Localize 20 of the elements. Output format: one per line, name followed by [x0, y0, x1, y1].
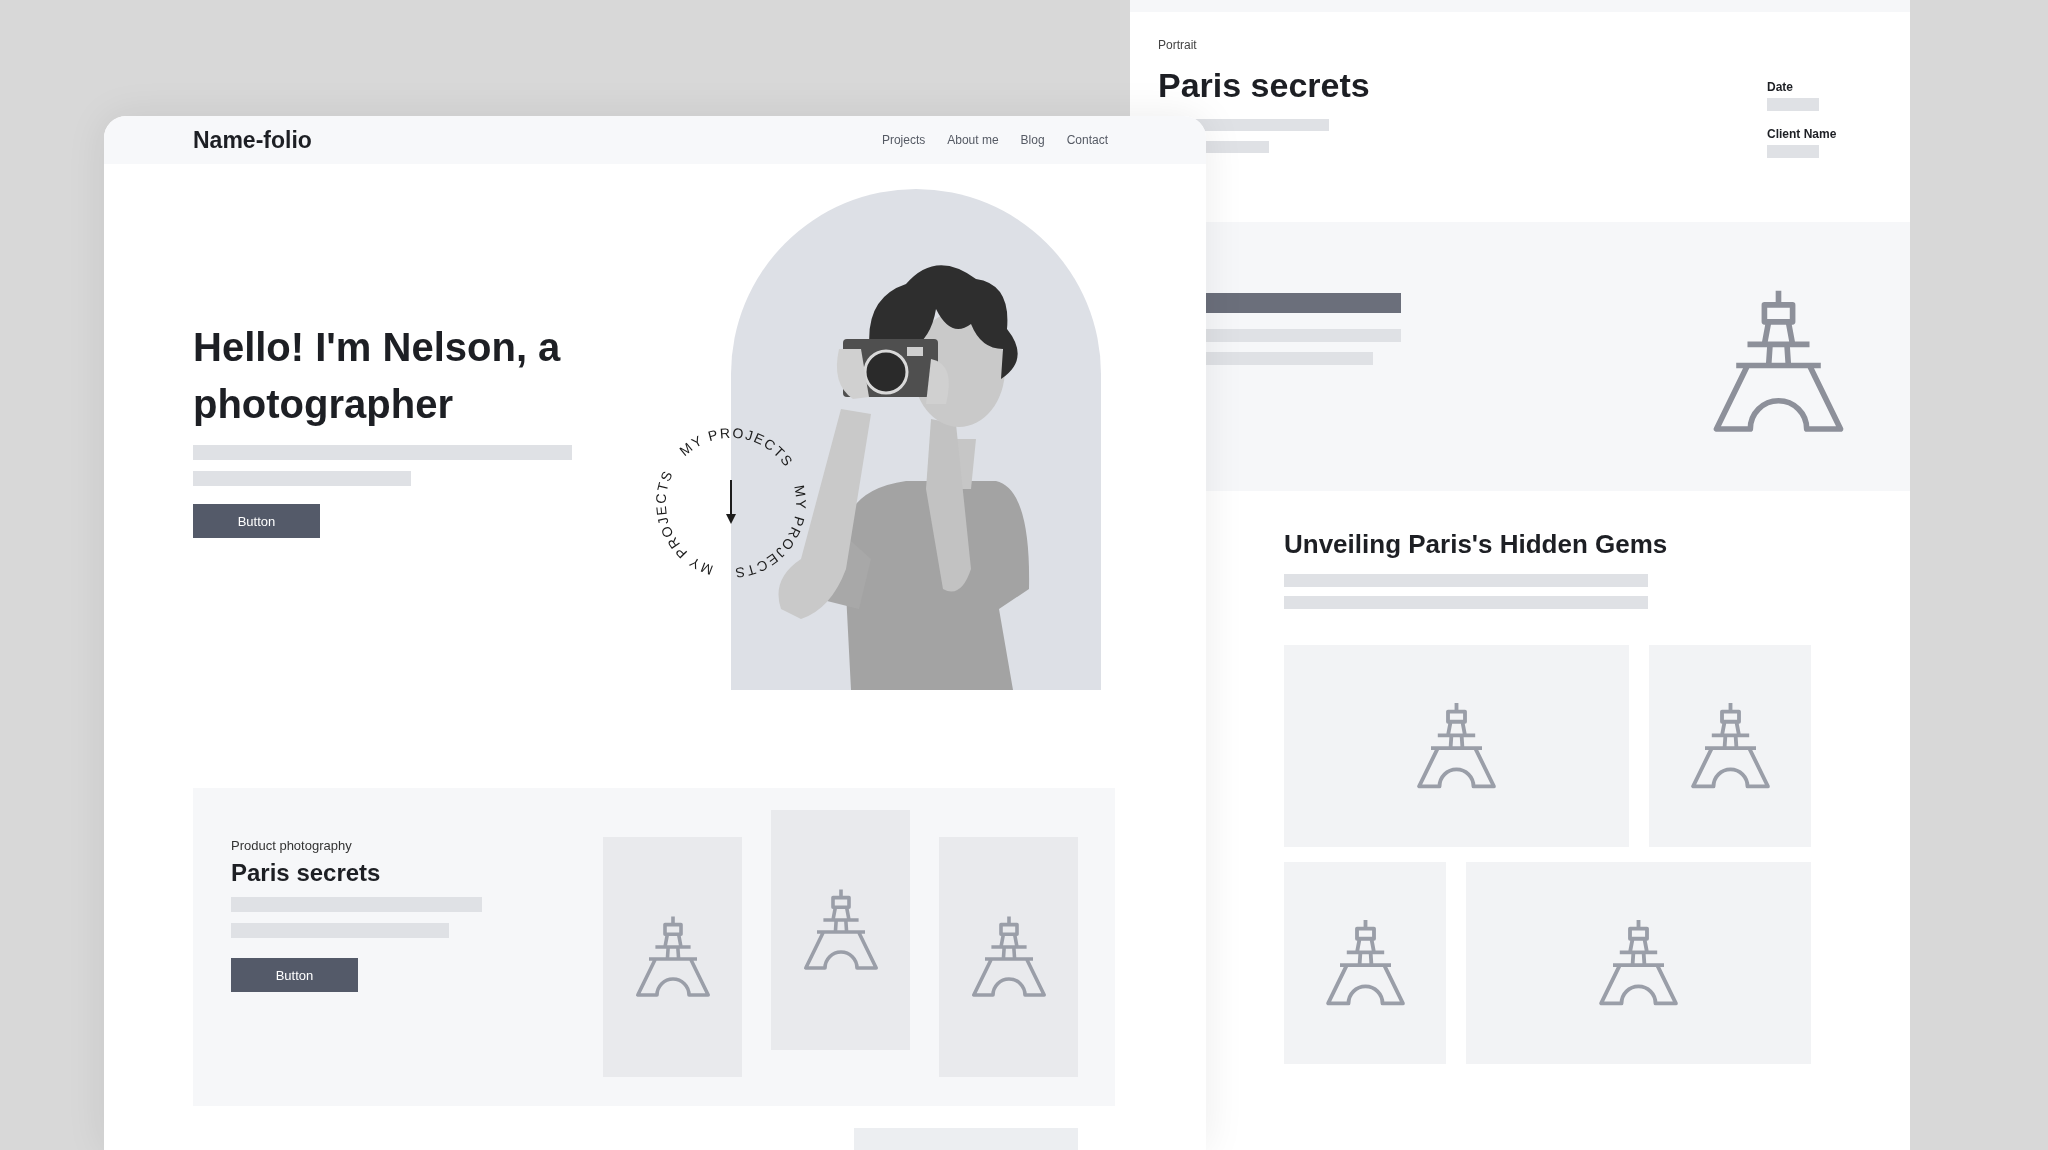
nav-link[interactable]: Projects [881, 133, 926, 147]
meta-label: Client Name [1767, 127, 1837, 141]
hero-title: Hello! I'm Nelson, a photographer [193, 324, 562, 428]
nav-link[interactable]: Blog [1020, 133, 1045, 147]
project-title: Paris secrets [231, 859, 381, 887]
meta-label: Date [1767, 80, 1793, 94]
eiffel-tower-icon [1596, 918, 1681, 1008]
down-arrow-icon [726, 479, 736, 524]
category-label: Portrait [1158, 38, 1197, 52]
placeholder-bar [1767, 145, 1819, 158]
placeholder-bar [1767, 98, 1819, 111]
nav-link[interactable]: About me [947, 133, 999, 147]
page-title: Paris secrets [1158, 66, 1370, 105]
primary-button[interactable]: Button [231, 958, 358, 992]
eiffel-tower-icon [1414, 701, 1499, 791]
primary-button[interactable]: Button [193, 504, 320, 538]
nav-link[interactable]: Contact [1066, 133, 1108, 147]
category-label: Product photography [231, 838, 352, 853]
section-title: Unveiling Paris's Hidden Gems [1284, 529, 1668, 560]
logo[interactable]: Name-folio [193, 126, 312, 154]
